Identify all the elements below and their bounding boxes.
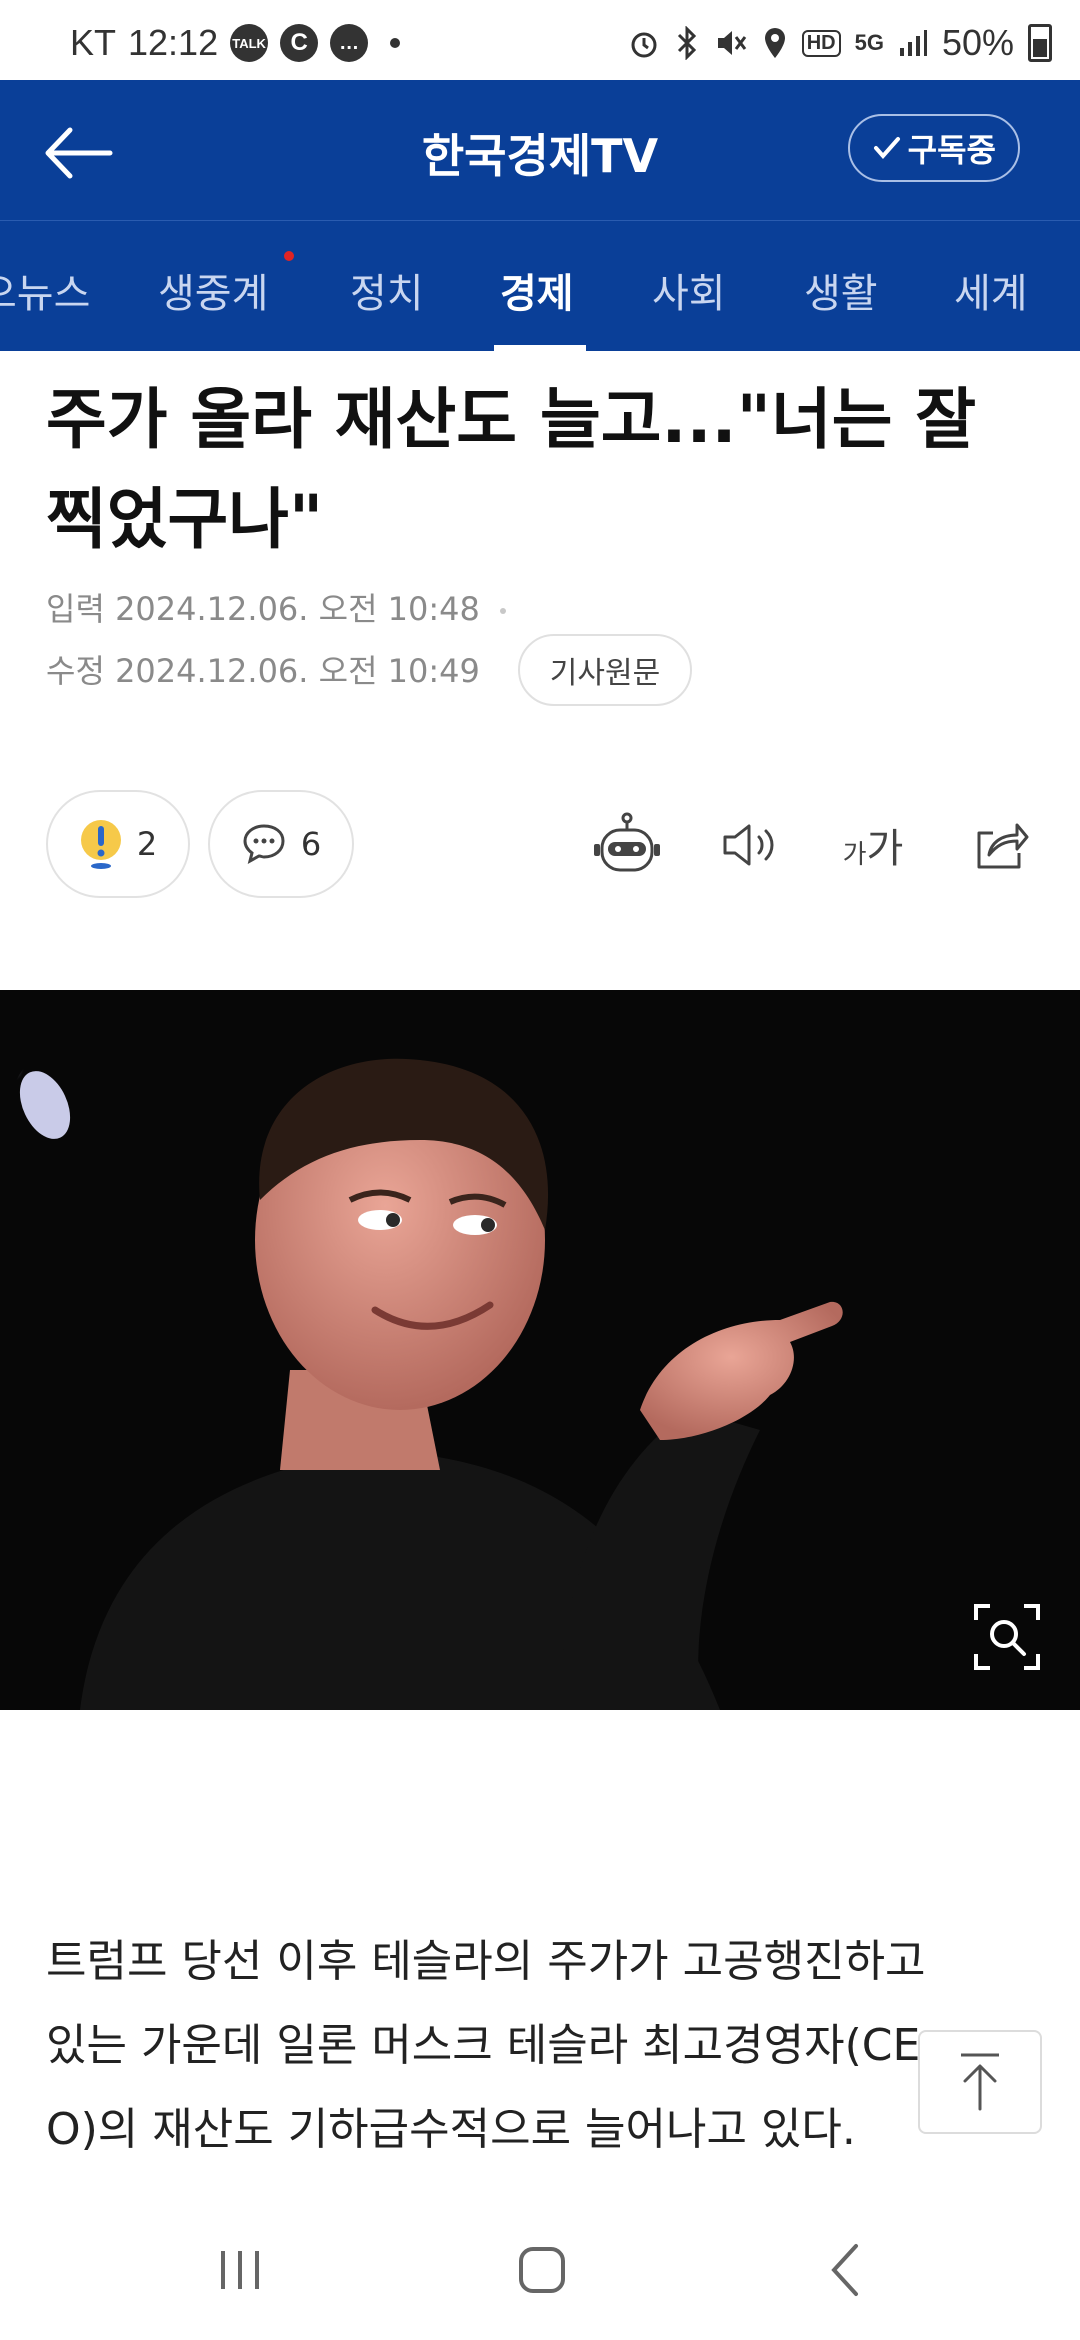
status-right: HD 5G 50% [628, 22, 1052, 64]
share-button[interactable] [956, 800, 1046, 890]
tab-society[interactable]: 사회 [652, 261, 726, 319]
meta-separator-dot [500, 608, 507, 614]
tab-live[interactable]: 생중계 [158, 261, 268, 319]
carrier-label: KT [70, 22, 117, 63]
system-nav-bar [0, 2190, 1080, 2340]
surprise-reaction-icon [80, 820, 121, 869]
recent-apps-button[interactable] [200, 2240, 280, 2300]
font-size-large-glyph: 가 [866, 826, 904, 872]
body-line-3: O)의 재산도 기하급수적으로 늘어나고 있다. [46, 2104, 856, 2155]
article-photo[interactable] [0, 990, 1080, 1710]
edit-datetime: 2024.12.06. 오전 10:49 [115, 652, 480, 690]
font-size-button[interactable]: 가 가 [828, 800, 918, 890]
input-date: 입력 2024.12.06. 오전 10:48 [46, 584, 507, 630]
tab-economy[interactable]: 경제 [500, 261, 574, 319]
check-icon [873, 137, 900, 160]
recent-apps-icon [221, 2251, 259, 2289]
headline-line-1: 주가 올라 재산도 늘고..."너는 잘 [46, 381, 977, 458]
original-article-button[interactable]: 기사원문 [518, 634, 692, 706]
kakaotalk-notification-icon: TALK [230, 24, 269, 62]
input-label: 입력 [46, 590, 105, 628]
zoom-image-button[interactable] [974, 1604, 1040, 1670]
body-line-1: 트럼프 당선 이후 테슬라의 주가가 고공행진하고 [46, 1936, 926, 1987]
status-bar: KT 12:12 TALK C … HD 5G 50% [0, 0, 1080, 80]
location-icon [764, 28, 785, 58]
ai-summary-button[interactable] [582, 800, 672, 890]
more-notifications-dot [390, 38, 401, 48]
body-line-2: 있는 가운데 일론 머스크 테슬라 최고경영자(CE [46, 2020, 921, 2071]
tab-politics[interactable]: 정치 [350, 261, 424, 319]
battery-percent: 50% [941, 22, 1014, 63]
subscribe-label: 구독중 [907, 131, 996, 169]
tab-headline-news[interactable]: 오뉴스 [0, 261, 90, 319]
person-photo-illustration [0, 990, 1080, 1710]
input-datetime: 2024.12.06. 오전 10:48 [115, 590, 480, 628]
chat-notification-icon: … [330, 24, 369, 62]
hd-voice-label: HD [801, 29, 841, 57]
text-to-speech-button[interactable] [706, 800, 796, 890]
reaction-count: 2 [136, 825, 158, 863]
clock: 12:12 [128, 22, 219, 63]
tab-world[interactable]: 세계 [954, 261, 1028, 319]
share-icon [977, 823, 1029, 869]
status-left: KT 12:12 TALK C … [70, 22, 401, 64]
scroll-to-top-button[interactable] [918, 2030, 1042, 2134]
headline-line-2: 찍었구나" [46, 481, 324, 558]
robot-icon [594, 812, 660, 872]
comment-button[interactable]: 6 [208, 790, 354, 898]
bluetooth-icon [677, 26, 696, 60]
back-nav-button[interactable] [806, 2240, 886, 2300]
edit-label: 수정 [46, 652, 105, 690]
zoom-search-icon [974, 1604, 1040, 1670]
reaction-button[interactable]: 2 [46, 790, 190, 898]
new-indicator-dot [284, 251, 294, 261]
comment-count: 6 [300, 825, 322, 863]
app-header: 한국경제TV 구독중 [0, 80, 1080, 220]
mute-icon [717, 31, 746, 55]
category-tabs: 오뉴스 생중계 정치 경제 사회 생활 세계 [0, 220, 1080, 351]
arrow-up-icon [961, 2053, 999, 2111]
speaker-icon [723, 824, 774, 866]
home-icon [519, 2247, 565, 2293]
network-label: 5G [854, 30, 884, 55]
tab-life[interactable]: 생활 [804, 261, 878, 319]
signal-icon [899, 30, 927, 56]
battery-icon [1028, 24, 1052, 62]
home-button[interactable] [502, 2240, 582, 2300]
article-body: 트럼프 당선 이후 테슬라의 주가가 고공행진하고 있는 가운데 일론 머스크 … [46, 1920, 1046, 2172]
article-headline: 주가 올라 재산도 늘고..."너는 잘 찍었구나" [46, 370, 1046, 570]
alarm-icon [631, 32, 657, 58]
subscribe-button[interactable]: 구독중 [847, 114, 1020, 182]
comment-icon [243, 824, 285, 864]
c-notification-icon: C [280, 24, 319, 62]
font-size-small-glyph: 가 [842, 839, 867, 870]
chevron-left-icon [831, 2244, 858, 2296]
active-tab-indicator [494, 345, 586, 351]
edit-date: 수정 2024.12.06. 오전 10:49 [46, 646, 480, 692]
